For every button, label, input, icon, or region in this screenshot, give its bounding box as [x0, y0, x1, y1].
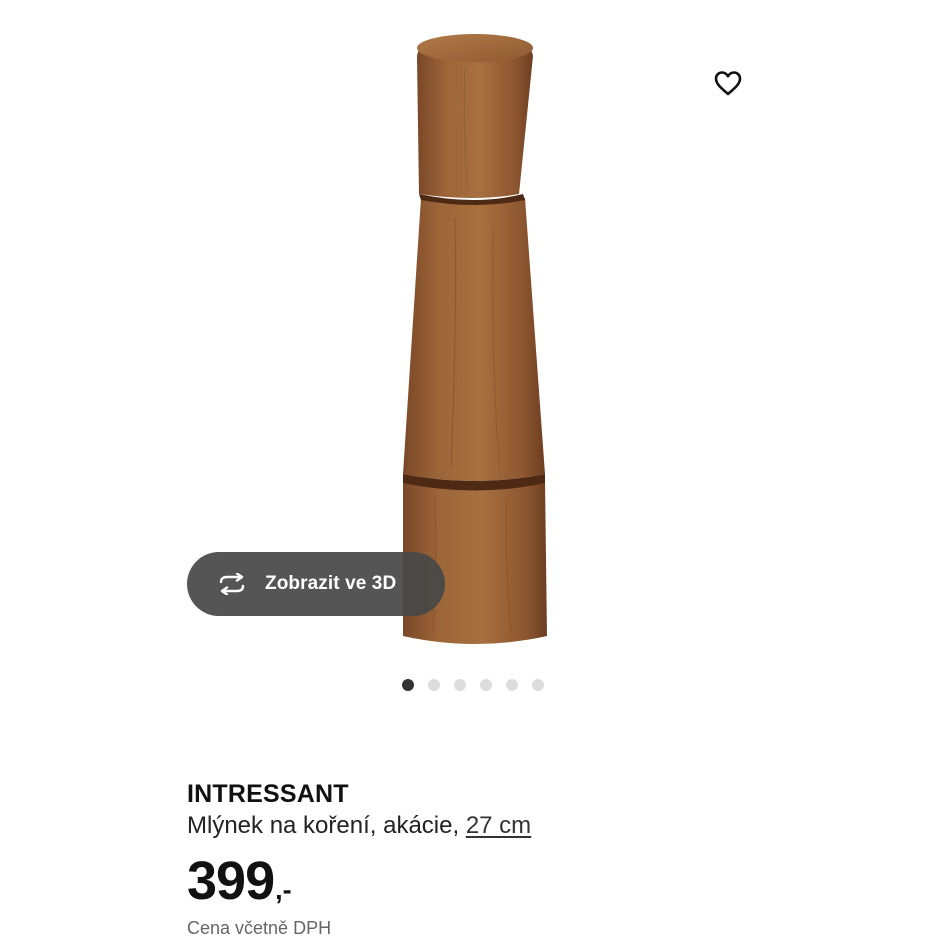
product-name: INTRESSANT — [187, 780, 349, 808]
heart-icon — [714, 71, 742, 96]
view-in-3d-button[interactable]: Zobrazit ve 3D — [187, 552, 445, 616]
product-description-text: Mlýnek na koření, akácie, — [187, 812, 460, 839]
favorite-button[interactable] — [697, 52, 759, 114]
pagination-dot-2[interactable] — [428, 679, 440, 691]
view-in-3d-label: Zobrazit ve 3D — [265, 573, 397, 594]
pagination-dot-1[interactable] — [402, 679, 414, 691]
pagination-dot-3[interactable] — [454, 679, 466, 691]
price-amount: 399 — [187, 851, 275, 911]
price-suffix: ,- — [275, 875, 292, 905]
price-note: Cena včetně DPH — [187, 918, 332, 938]
product-description: Mlýnek na koření, akácie, 27 cm — [187, 810, 887, 842]
product-info: INTRESSANT Mlýnek na koření, akácie, 27 … — [187, 778, 887, 908]
gallery-pagination — [402, 679, 544, 691]
product-size-link[interactable]: 27 cm — [466, 812, 531, 839]
product-price: 399 ,- — [187, 854, 887, 908]
product-gallery[interactable]: Zobrazit ve 3D — [0, 0, 926, 720]
rotate-icon — [215, 572, 251, 596]
pagination-dot-4[interactable] — [480, 679, 492, 691]
pagination-dot-5[interactable] — [506, 679, 518, 691]
pagination-dot-6[interactable] — [532, 679, 544, 691]
